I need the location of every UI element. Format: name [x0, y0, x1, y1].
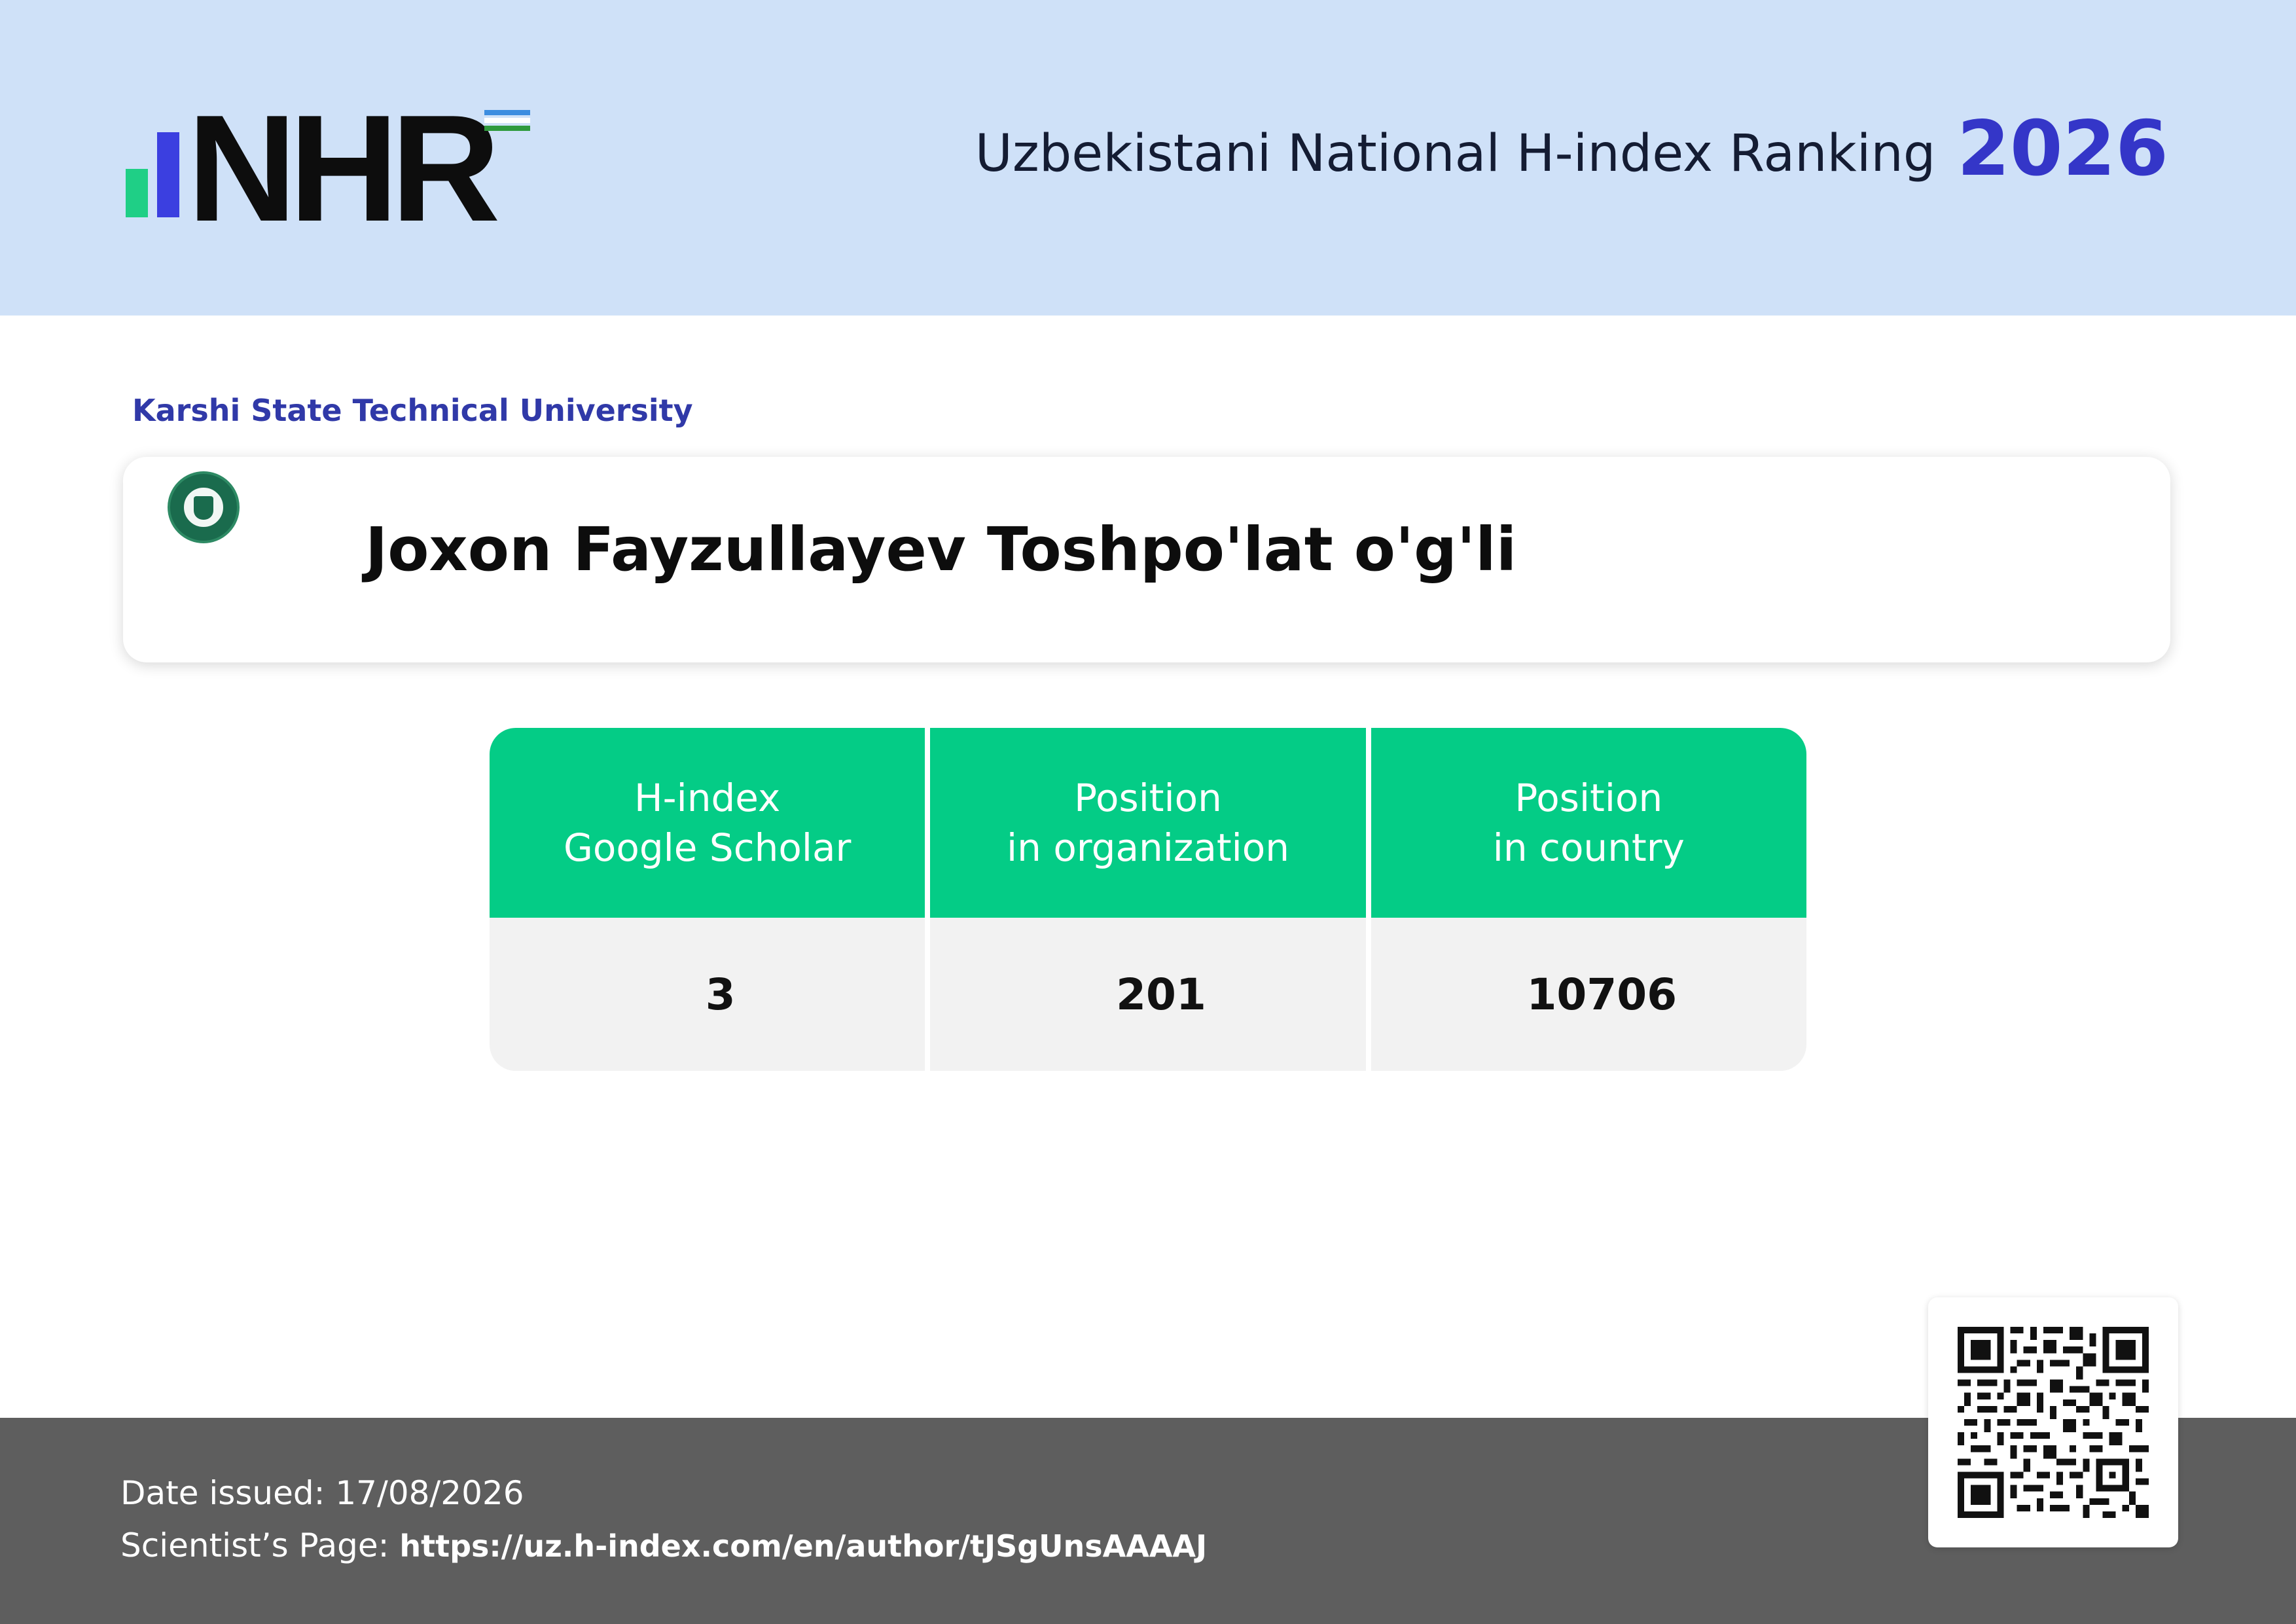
stats-value-country-position: 10706	[1371, 918, 1806, 1071]
logo-bar-green	[126, 169, 148, 217]
uzbek-flag-icon	[484, 110, 530, 134]
org-position-value: 201	[1116, 969, 1206, 1020]
stats-header-org-position: Position in organization	[930, 728, 1366, 918]
page-label: Scientist’s Page:	[120, 1526, 389, 1564]
stats-value-org-position: 201	[930, 918, 1366, 1071]
hindex-value: 3	[705, 969, 736, 1020]
nhr-logo: NHR	[123, 93, 542, 245]
logo-bar-blue	[157, 132, 179, 217]
scientist-page-link[interactable]: https://uz.h-index.com/en/author/tJSgUns…	[399, 1528, 1207, 1564]
logo-text: NHR	[187, 84, 501, 253]
organization-name: Karshi State Technical University	[132, 393, 693, 428]
qr-code-icon[interactable]	[1928, 1297, 2178, 1547]
stats-header-line: in organization	[1007, 825, 1289, 870]
scientist-name: Joxon Fayzullayev Toshpo'lat o'g'li	[365, 514, 1517, 585]
stats-header-line: Position	[1074, 776, 1222, 820]
stats-header-hindex: H-index Google Scholar	[490, 728, 925, 918]
stats-header-country-position: Position in country	[1371, 728, 1806, 918]
scientist-card: Joxon Fayzullayev Toshpo'lat o'g'li	[123, 457, 2170, 662]
date-value: 17/08/2026	[335, 1474, 524, 1512]
stats-header-line: H-index	[634, 776, 781, 820]
qr-code-graphic	[1958, 1327, 2149, 1518]
stats-table: H-index Google Scholar Position in organ…	[490, 728, 1806, 1071]
ranking-title: Uzbekistani National H-index Ranking 202…	[975, 111, 2168, 187]
stats-header-line: Position	[1515, 776, 1663, 820]
scientist-page: Scientist’s Page: https://uz.h-index.com…	[120, 1526, 1207, 1564]
stats-header-line: in country	[1492, 825, 1685, 870]
ranking-title-text: Uzbekistani National H-index Ranking	[975, 124, 1936, 183]
date-issued: Date issued: 17/08/2026	[120, 1474, 524, 1512]
stats-value-hindex: 3	[490, 918, 925, 1071]
university-seal-icon	[168, 471, 240, 543]
header-band: NHR Uzbekistani National H-index Ranking…	[0, 0, 2296, 316]
date-label: Date issued:	[120, 1474, 325, 1512]
ranking-year: 2026	[1957, 105, 2168, 193]
country-position-value: 10706	[1526, 969, 1677, 1020]
stats-header-line: Google Scholar	[563, 825, 852, 870]
